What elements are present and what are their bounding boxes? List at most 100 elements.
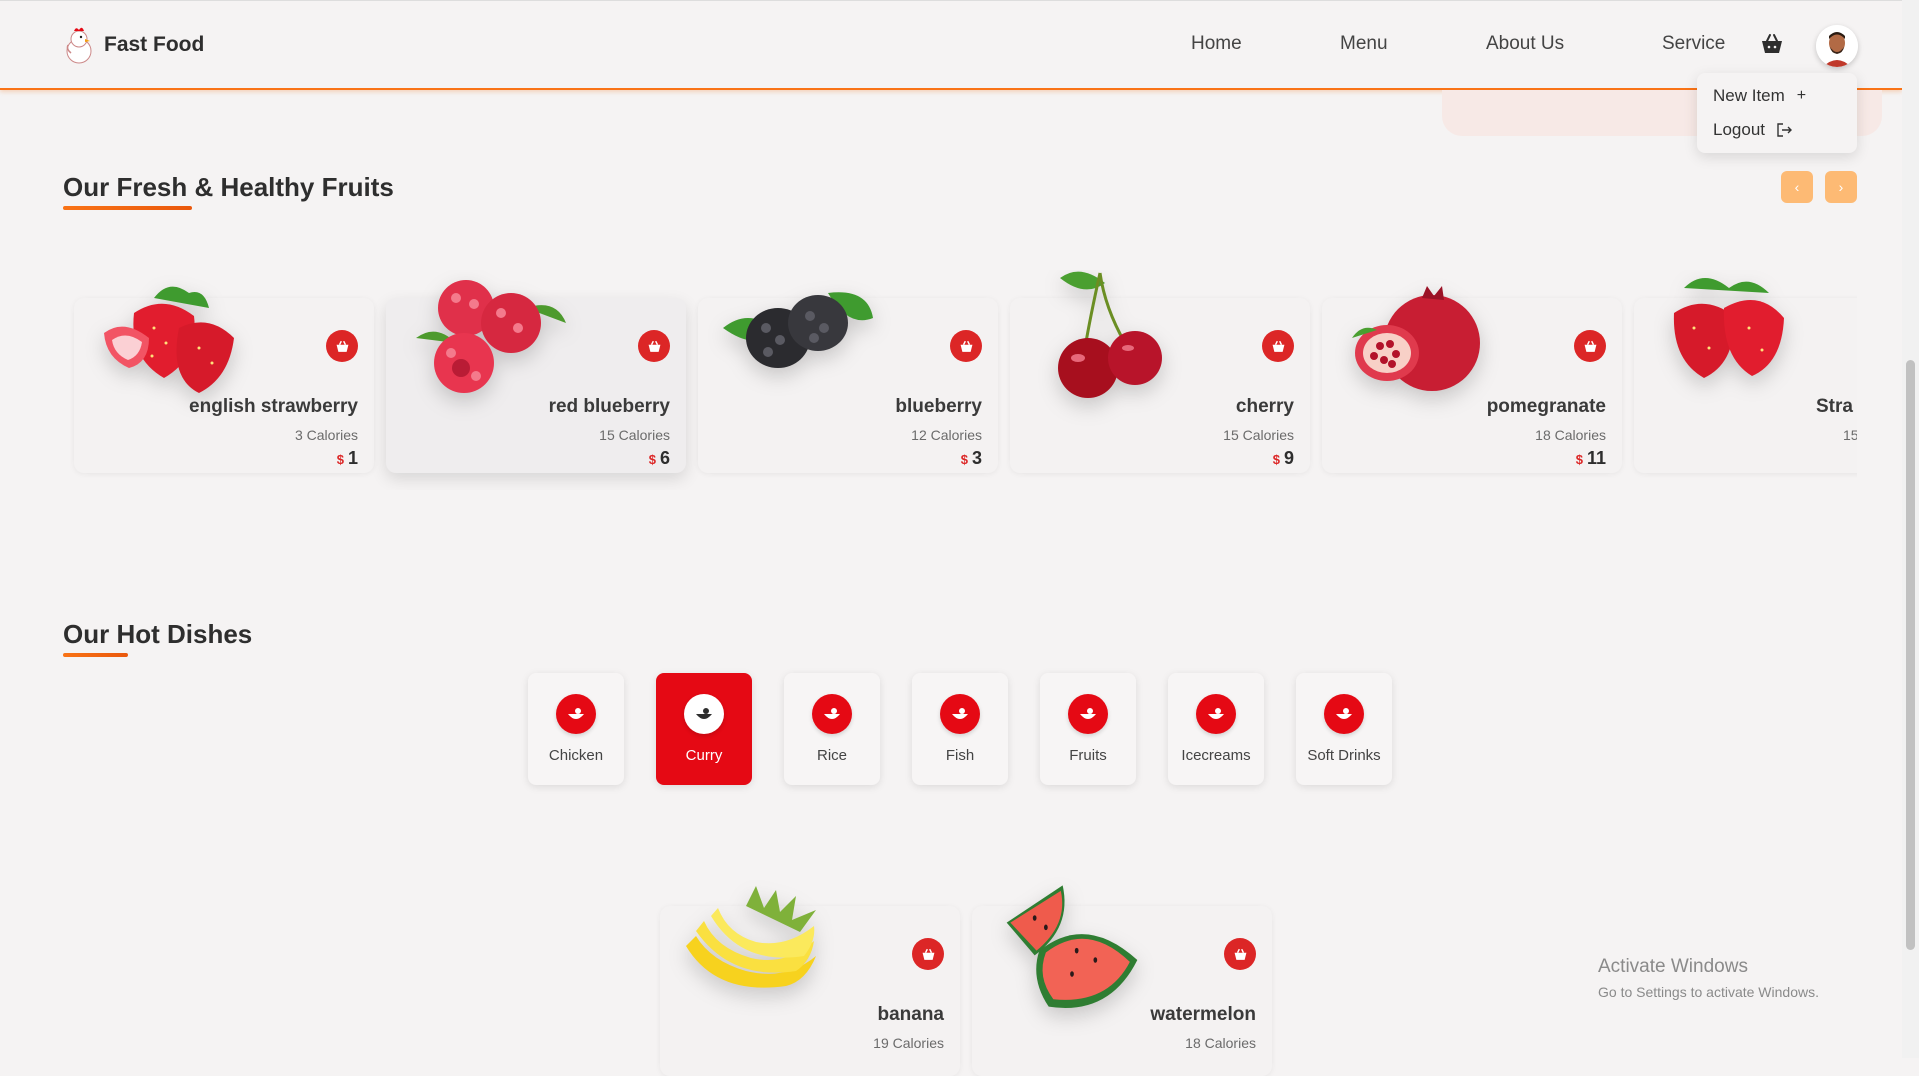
nav-menu[interactable]: Menu [1340, 33, 1388, 55]
logout-label: Logout [1713, 120, 1765, 139]
category-label: Rice [816, 747, 847, 764]
category-label: Fruits [1069, 747, 1107, 764]
category-rice[interactable]: Rice [784, 673, 880, 785]
basket-icon [1234, 948, 1246, 960]
currency-symbol: $ [648, 452, 656, 467]
blackberry-image [723, 292, 873, 368]
currency-symbol: $ [1575, 452, 1583, 467]
basket-icon [648, 340, 660, 352]
fruit-price: $6 [649, 448, 670, 469]
dish-card[interactable]: watermelon 18 Calories [972, 885, 1272, 1076]
new-item-label: New Item [1713, 86, 1785, 105]
dish-calories: 18 Calories [1185, 1035, 1256, 1051]
fruit-name: red blueberry [548, 396, 670, 417]
watermark-subtitle: Go to Settings to activate Windows. [1598, 984, 1819, 1000]
fruit-carousel: english strawberry 3 Calories $1 red blu… [62, 270, 1857, 490]
category-soft-drinks[interactable]: Soft Drinks [1296, 673, 1392, 785]
fruit-card[interactable]: red blueberry 15 Calories $6 [386, 280, 686, 473]
nav-about-us[interactable]: About Us [1486, 33, 1564, 55]
category-label: Chicken [548, 747, 604, 764]
watermark-title: Activate Windows [1598, 956, 1748, 977]
fruit-calories: 18 Calories [1535, 427, 1606, 443]
fruit-calories: 15 Calories [1223, 427, 1294, 443]
fruit-name: cherry [1235, 396, 1294, 417]
add-to-cart-button[interactable] [1224, 938, 1256, 970]
food-icon [1324, 694, 1364, 734]
fruit-calories: 15 [1843, 427, 1857, 443]
food-icon [556, 694, 596, 734]
food-icon [940, 694, 980, 734]
logout-icon [1777, 123, 1792, 137]
cherry-image [1058, 271, 1162, 398]
currency-symbol: $ [336, 452, 344, 467]
strawberry-image [1673, 278, 1784, 378]
fruit-card[interactable]: cherry 15 Calories $9 [1010, 271, 1310, 473]
fruit-card[interactable]: Stra 15 [1634, 278, 1857, 473]
fruit-name: pomegranate [1486, 396, 1606, 417]
category-label: Icecreams [1181, 747, 1251, 764]
raspberry-image [416, 280, 566, 393]
fruit-card[interactable]: blueberry 12 Calories $3 [698, 292, 998, 473]
basket-icon[interactable] [1760, 33, 1784, 55]
nav-home[interactable]: Home [1191, 33, 1242, 55]
price-value: 1 [347, 448, 358, 468]
carousel-next-button[interactable]: › [1825, 171, 1857, 203]
fruit-card[interactable]: english strawberry 3 Calories $1 [74, 286, 374, 473]
add-to-cart-button[interactable] [1574, 330, 1606, 362]
add-to-cart-button[interactable] [638, 330, 670, 362]
dishes-title-underline [63, 653, 128, 657]
plus-icon: + [1796, 87, 1807, 104]
category-fish[interactable]: Fish [912, 673, 1008, 785]
nav-service[interactable]: Service [1662, 33, 1725, 55]
food-icon [812, 694, 852, 734]
fruit-name: Stra [1816, 396, 1853, 417]
pomegranate-image [1352, 286, 1480, 391]
fruit-calories: 12 Calories [911, 427, 982, 443]
fruits-section-title: Our Fresh & Healthy Fruits [63, 172, 394, 202]
price-value: 9 [1283, 448, 1294, 468]
fruits-title-underline [63, 206, 192, 210]
fruit-calories: 15 Calories [599, 427, 670, 443]
dishes-section-title: Our Hot Dishes [63, 619, 253, 649]
fruit-price: $9 [1273, 448, 1294, 469]
brand-logo[interactable]: Fast Food [62, 25, 204, 65]
add-to-cart-button[interactable] [950, 330, 982, 362]
food-icon [684, 694, 724, 734]
basket-icon [336, 340, 348, 352]
basket-icon [960, 340, 972, 352]
dish-card[interactable]: banana 19 Calories [660, 886, 960, 1076]
fruit-calories: 3 Calories [294, 427, 358, 443]
food-icon [1196, 694, 1236, 734]
basket-icon [1272, 340, 1284, 352]
add-to-cart-button[interactable] [1262, 330, 1294, 362]
dish-calories: 19 Calories [873, 1035, 944, 1051]
currency-symbol: $ [960, 452, 968, 467]
add-to-cart-button[interactable] [326, 330, 358, 362]
fruit-card[interactable]: pomegranate 18 Calories $11 [1322, 286, 1622, 473]
new-item-menu-item[interactable]: New Item + [1697, 79, 1857, 113]
page-scrollbar[interactable] [1902, 0, 1919, 1058]
brand-name: Fast Food [104, 33, 205, 56]
strawberry-image [104, 286, 234, 393]
scrollbar-thumb[interactable] [1906, 360, 1915, 950]
dish-name: banana [877, 1004, 944, 1025]
fruit-name: english strawberry [189, 396, 358, 417]
fruit-price: $11 [1576, 448, 1606, 469]
user-avatar[interactable] [1816, 25, 1858, 67]
category-icecreams[interactable]: Icecreams [1168, 673, 1264, 785]
add-to-cart-button[interactable] [912, 938, 944, 970]
price-value: 3 [971, 448, 982, 468]
carousel-prev-button[interactable]: ‹ [1781, 171, 1813, 203]
fruit-price: $1 [337, 448, 358, 469]
category-fruits[interactable]: Fruits [1040, 673, 1136, 785]
basket-icon [1584, 340, 1596, 352]
logout-menu-item[interactable]: Logout [1697, 113, 1857, 147]
fruit-name: blueberry [895, 396, 982, 417]
top-header: Fast Food Home Menu About Us Service [0, 0, 1902, 90]
windows-activation-watermark: Activate Windows Go to Settings to activ… [1598, 956, 1819, 1000]
category-chicken[interactable]: Chicken [528, 673, 624, 785]
category-curry[interactable]: Curry [656, 673, 752, 785]
price-value: 11 [1586, 448, 1606, 468]
dish-name: watermelon [1150, 1004, 1256, 1025]
food-icon [1068, 694, 1108, 734]
